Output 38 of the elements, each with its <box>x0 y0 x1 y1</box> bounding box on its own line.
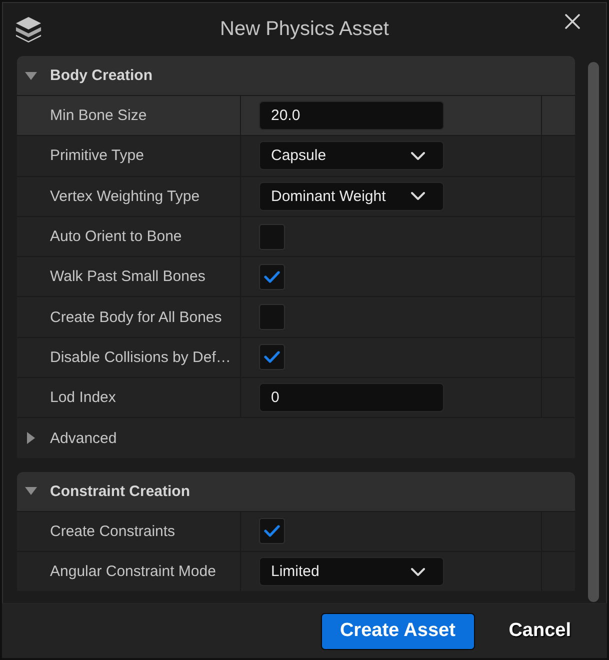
checkbox[interactable] <box>259 518 285 544</box>
dropdown[interactable]: Dominant Weight <box>259 182 444 211</box>
property-label: Walk Past Small Bones <box>50 268 206 286</box>
checkbox[interactable] <box>259 304 285 330</box>
section-title: Constraint Creation <box>50 482 190 500</box>
number-field[interactable]: 0 <box>259 383 444 412</box>
primary-button[interactable]: Create Asset <box>320 612 475 650</box>
property-label: Create Body for All Bones <box>50 308 222 326</box>
property-label: Lod Index <box>50 389 116 406</box>
logo-icon <box>15 16 42 42</box>
chevron-icon <box>411 152 425 160</box>
chevron-icon <box>411 568 425 576</box>
checkbox[interactable] <box>259 264 285 290</box>
property-label: Auto Orient to Bone <box>50 228 182 246</box>
close-icon[interactable] <box>565 14 580 29</box>
checkmark-icon <box>264 351 280 364</box>
group-row[interactable]: Advanced <box>17 417 575 458</box>
property-label: Create Constraints <box>50 522 176 540</box>
window-title: New Physics Asset <box>220 18 389 40</box>
scrollbar-thumb[interactable] <box>588 62 599 602</box>
checkbox[interactable] <box>259 224 285 250</box>
property-label: Vertex Weighting Type <box>50 188 200 205</box>
checkbox[interactable] <box>259 344 285 370</box>
section-header[interactable]: Body Creation <box>17 56 575 95</box>
dropdown[interactable]: Limited <box>259 557 444 586</box>
chevron-icon <box>411 192 425 200</box>
section-title: Body Creation <box>50 67 153 84</box>
text-button[interactable]: Cancel <box>492 612 587 650</box>
group-label: Advanced <box>50 430 117 447</box>
property-label: Disable Collisions by Def… <box>50 348 231 366</box>
property-label: Primitive Type <box>50 147 144 164</box>
dropdown[interactable]: Capsule <box>259 141 444 170</box>
section-header[interactable]: Constraint Creation <box>17 472 575 511</box>
property-label: Angular Constraint Mode <box>50 563 216 580</box>
number-field[interactable]: 20.0 <box>259 101 444 130</box>
checkmark-icon <box>264 525 280 538</box>
checkmark-icon <box>264 270 280 283</box>
property-label: Min Bone Size <box>50 107 147 124</box>
